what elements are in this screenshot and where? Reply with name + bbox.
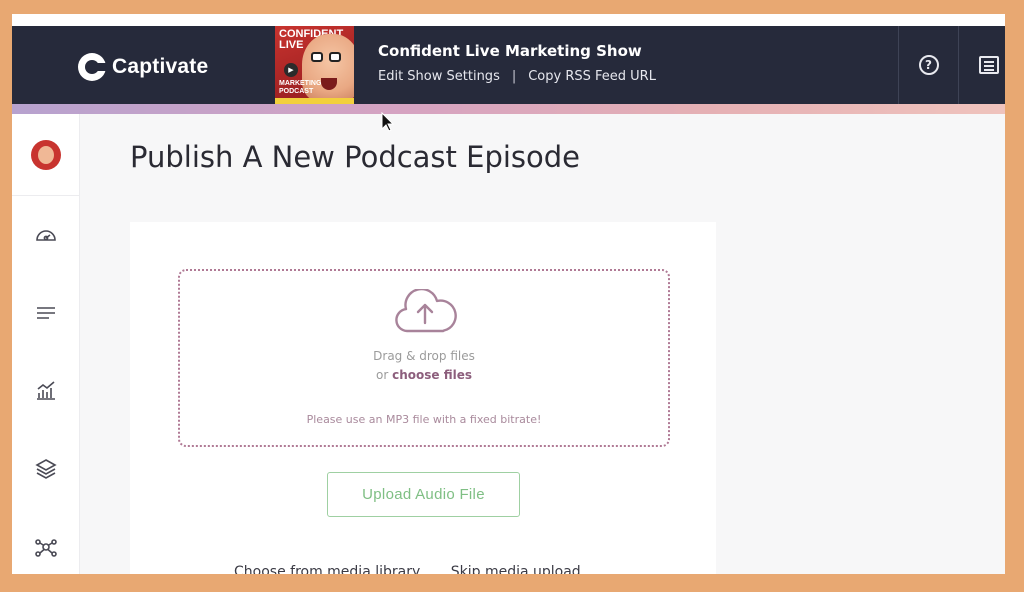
menu-button[interactable] — [958, 26, 1005, 104]
edit-show-settings-link[interactable]: Edit Show Settings — [378, 69, 500, 84]
layers-icon — [34, 459, 57, 479]
menu-lines-icon — [36, 307, 55, 319]
cloud-upload-icon — [393, 287, 457, 335]
or-text: or — [375, 368, 389, 382]
dashboard-gauge-icon — [35, 230, 56, 241]
mp3-hint-text: Please use an MP3 file with a fixed bitr… — [306, 413, 542, 426]
cover-glasses-right — [329, 52, 341, 62]
sidebar — [12, 114, 80, 574]
help-button[interactable]: ? — [898, 26, 958, 104]
play-icon: ▶ — [284, 63, 298, 77]
show-cover-art[interactable]: CONFIDENT LIVE ▶ MARKETING PODCAST — [275, 26, 354, 104]
choose-files-line: or choose files — [180, 368, 668, 382]
window-top-strip — [12, 14, 1005, 26]
user-avatar[interactable] — [30, 139, 61, 170]
captivate-logo-icon — [78, 53, 108, 81]
sidebar-avatar-cell — [12, 114, 79, 196]
file-dropzone[interactable]: Drag & drop files or choose files Please… — [178, 269, 670, 447]
page-title: Publish A New Podcast Episode — [130, 140, 581, 174]
sidebar-item-analytics[interactable] — [12, 352, 79, 430]
captivate-logo[interactable]: Captivate — [78, 52, 208, 82]
cover-band — [275, 98, 354, 104]
app-window: Captivate CONFIDENT LIVE ▶ MARKETING POD… — [12, 14, 1005, 574]
cover-glasses-left — [311, 52, 323, 62]
header-gradient-bar — [12, 104, 1005, 114]
drag-drop-text: Drag & drop files — [373, 349, 475, 363]
skip-media-upload-link[interactable]: Skip media upload — [451, 564, 581, 574]
alternate-options: Choose from media library Skip media upl… — [234, 564, 581, 574]
mouse-pointer-icon — [381, 112, 395, 132]
cover-title-bottom: MARKETING PODCAST — [279, 80, 322, 95]
choose-from-media-library-link[interactable]: Choose from media library — [234, 564, 420, 574]
link-separator: | — [511, 69, 517, 84]
sidebar-item-episodes[interactable] — [12, 274, 79, 352]
brand-name: Captivate — [112, 55, 209, 78]
copy-rss-feed-link[interactable]: Copy RSS Feed URL — [528, 69, 656, 84]
show-title: Confident Live Marketing Show — [378, 42, 642, 60]
sidebar-item-dashboard[interactable] — [12, 196, 79, 274]
choose-files-link[interactable]: choose files — [392, 368, 472, 382]
list-icon — [978, 56, 999, 74]
upload-audio-file-button[interactable]: Upload Audio File — [327, 472, 520, 517]
upload-card: Drag & drop files or choose files Please… — [130, 222, 716, 574]
question-circle-icon: ? — [918, 55, 939, 75]
sidebar-item-network[interactable] — [12, 508, 79, 574]
sidebar-item-growth[interactable] — [12, 430, 79, 508]
analytics-chart-icon — [36, 381, 55, 400]
show-links: Edit Show Settings | Copy RSS Feed URL — [378, 69, 656, 84]
network-nodes-icon — [34, 539, 57, 557]
